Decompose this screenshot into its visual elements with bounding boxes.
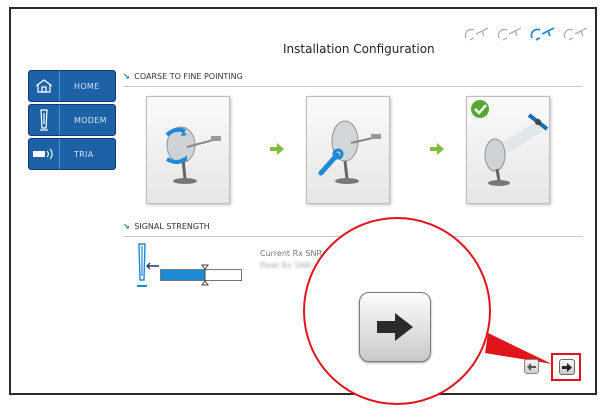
arrow-right-icon: [377, 313, 413, 341]
arrow-left-icon: [527, 362, 536, 371]
next-button[interactable]: [559, 359, 575, 375]
arrow-right-icon: [562, 362, 572, 372]
back-button[interactable]: [524, 359, 539, 374]
callout-pointer: [485, 333, 581, 381]
next-button-zoomed: [359, 292, 431, 362]
